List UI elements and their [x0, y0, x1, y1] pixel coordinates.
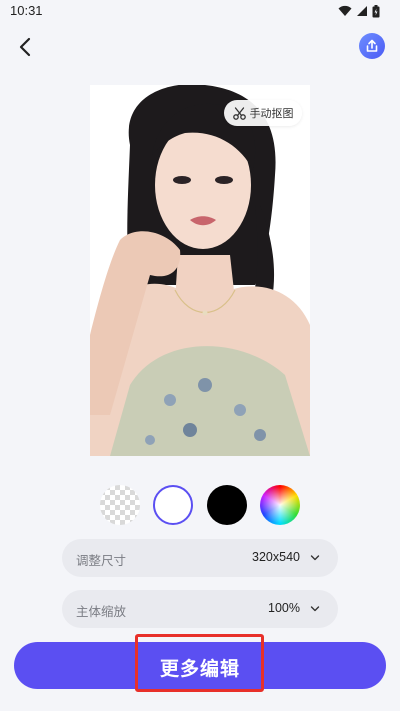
resize-option[interactable]: 调整尺寸 320x540 — [62, 539, 338, 577]
manual-cutout-button[interactable]: 手动抠图 — [224, 100, 302, 126]
back-button[interactable] — [12, 34, 38, 60]
more-edit-button[interactable]: 更多编辑 — [14, 642, 386, 689]
status-icons — [338, 4, 380, 18]
battery-icon — [372, 4, 380, 17]
scissors-icon — [232, 106, 246, 120]
status-time: 10:31 — [10, 3, 43, 18]
back-arrow-icon — [19, 37, 31, 57]
color-wheel-icon[interactable] — [260, 485, 300, 525]
transparent-swatch[interactable] — [100, 485, 140, 525]
subject-photo — [90, 85, 310, 456]
subject-scale-value: 100% — [268, 601, 300, 615]
share-button[interactable] — [359, 33, 385, 59]
resize-value: 320x540 — [252, 550, 300, 564]
manual-cutout-label: 手动抠图 — [249, 107, 294, 120]
chevron-down-icon — [310, 555, 320, 561]
wifi-icon — [338, 5, 352, 16]
black-swatch[interactable] — [207, 485, 247, 525]
background-swatches — [100, 485, 300, 525]
resize-label: 调整尺寸 — [76, 553, 127, 568]
share-icon — [366, 39, 378, 52]
portrait-image — [90, 85, 310, 456]
white-swatch[interactable] — [153, 485, 193, 525]
status-bar: 10:31 — [0, 0, 400, 24]
chevron-down-icon — [310, 606, 320, 612]
subject-scale-option[interactable]: 主体缩放 100% — [62, 590, 338, 628]
signal-icon — [357, 6, 367, 16]
subject-scale-label: 主体缩放 — [76, 604, 127, 619]
more-edit-label: 更多编辑 — [159, 658, 240, 680]
